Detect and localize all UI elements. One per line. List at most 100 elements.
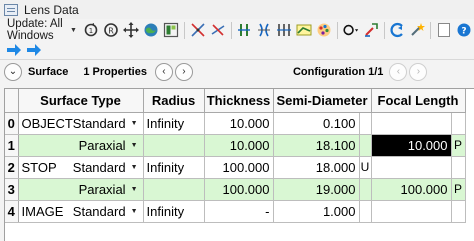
semi-diameter-cell[interactable]: 1.000 [273, 200, 360, 223]
focal-length-solve[interactable] [451, 112, 466, 135]
radius-cell[interactable]: Infinity [143, 156, 205, 179]
surface-type-header[interactable]: Surface Type [18, 89, 144, 113]
row-number[interactable]: 2 [5, 156, 19, 179]
table-row: 0 OBJECT Standard ▼ Infinity 10.000 0.10… [5, 112, 466, 135]
refresh-icon[interactable]: 1 [83, 22, 99, 38]
help-icon[interactable]: ? [456, 22, 472, 38]
solve-icon[interactable] [210, 22, 226, 38]
radius-cell[interactable] [143, 178, 205, 201]
semi-diameter-cell[interactable]: 0.100 [273, 112, 360, 135]
radius-cell[interactable] [143, 134, 205, 157]
focal-length-cell[interactable] [371, 112, 452, 135]
semi-diameter-cell[interactable]: 18.100 [273, 134, 360, 157]
surface-type-value: Standard [72, 115, 126, 131]
svg-text:1: 1 [89, 27, 93, 35]
chevron-down-icon[interactable]: ▼ [131, 208, 138, 215]
scatter-icon[interactable] [296, 22, 312, 38]
semi-diameter-solve[interactable] [359, 178, 372, 201]
semi-diameter-header[interactable]: Semi-Diameter [273, 89, 372, 113]
layers-icon[interactable] [236, 22, 252, 38]
thickness-cell[interactable]: 10.000 [204, 134, 274, 157]
focal-length-solve[interactable]: P [451, 178, 466, 201]
surface-type-cell[interactable]: STOP Standard ▼ [18, 156, 144, 179]
toolbar: Update: All Windows ▼ 1 R ? [0, 18, 474, 42]
focal-length-solve[interactable]: P [451, 134, 466, 157]
surface-type-cell[interactable]: IMAGE Standard ▼ [18, 200, 144, 223]
focal-length-cell-selected[interactable]: 10.000 [371, 134, 452, 157]
update-dropdown[interactable]: Update: All Windows ▼ [7, 18, 77, 42]
layout-icon[interactable] [163, 22, 179, 38]
blank-icon[interactable] [436, 22, 452, 38]
expand-properties-button[interactable]: ⌄ [4, 62, 22, 81]
radius-cell[interactable]: Infinity [143, 200, 205, 223]
table-row: 2 STOP Standard ▼ Infinity 100.000 18.00… [5, 156, 466, 179]
thickness-header[interactable]: Thickness [204, 89, 274, 113]
radius-header[interactable]: Radius [143, 89, 205, 113]
toolbar-separator [337, 21, 338, 39]
chevron-down-icon[interactable]: ▼ [131, 142, 138, 149]
shade-icon[interactable] [389, 22, 405, 38]
radius-icon[interactable]: R [103, 22, 119, 38]
previous-config-button[interactable]: ‹ [389, 62, 408, 81]
focal-length-header[interactable]: Focal Length [371, 89, 466, 113]
arrow-right-icon[interactable] [6, 42, 22, 58]
chevron-down-icon[interactable]: ▼ [131, 164, 138, 171]
focal-length-solve[interactable] [451, 200, 466, 223]
semi-diameter-solve[interactable] [359, 200, 372, 223]
properties-bar: ⌄ Surface 1 Properties ‹ › Configuration… [0, 59, 474, 83]
aperture-icon[interactable] [343, 22, 359, 38]
table-row: 3 Paraxial ▼ 100.000 19.000 100.000 P [5, 178, 466, 201]
move-icon[interactable] [122, 22, 139, 38]
semi-diameter-solve[interactable] [359, 112, 372, 135]
update-dropdown-label: Update: All Windows [7, 18, 63, 42]
row-number[interactable]: 0 [5, 112, 19, 135]
surface-label: Surface [28, 65, 69, 78]
svg-text:R: R [108, 27, 114, 36]
link-icon[interactable] [363, 22, 379, 38]
thickness-cell[interactable]: 100.000 [204, 156, 274, 179]
surface-type-cell[interactable]: OBJECT Standard ▼ [18, 112, 144, 135]
fold-icon[interactable] [256, 22, 272, 38]
toolbar-separator [430, 21, 432, 39]
surface-comment: STOP [21, 159, 57, 175]
semi-diameter-cell[interactable]: 19.000 [273, 178, 360, 201]
chevron-down-icon[interactable]: ▼ [131, 186, 138, 193]
focal-length-solve[interactable] [451, 156, 466, 179]
previous-surface-button[interactable]: ‹ [154, 62, 173, 81]
header-row: Surface Type Radius Thickness Semi-Diame… [5, 89, 466, 113]
row-number[interactable]: 1 [5, 134, 19, 157]
next-config-button[interactable]: › [409, 62, 428, 81]
thickness-cell[interactable]: 100.000 [204, 178, 274, 201]
toolbar-separator [183, 21, 185, 39]
radius-cell[interactable]: Infinity [143, 112, 205, 135]
lens-data-table: Surface Type Radius Thickness Semi-Diame… [5, 89, 466, 223]
semi-diameter-cell[interactable]: 18.000 [273, 156, 360, 179]
surface-type-cell[interactable]: Paraxial ▼ [18, 178, 144, 201]
semi-diameter-solve[interactable] [359, 134, 372, 157]
semi-diameter-solve[interactable]: U [359, 156, 372, 179]
focal-length-cell[interactable] [371, 156, 452, 179]
surface-comment: IMAGE [21, 203, 64, 219]
palette-icon[interactable] [316, 22, 332, 38]
row-number[interactable]: 4 [5, 200, 19, 223]
properties-count: 1 Properties [83, 65, 147, 78]
lens-data-window: Lens Data Update: All Windows ▼ 1 R ? ⌄ … [0, 0, 474, 241]
table-row: 1 Paraxial ▼ 10.000 18.100 10.000 P [5, 134, 466, 157]
next-surface-button[interactable]: › [174, 62, 193, 81]
thickness-cell[interactable]: - [204, 200, 274, 223]
thickness-cell[interactable]: 10.000 [204, 112, 274, 135]
row-number[interactable]: 3 [5, 178, 19, 201]
surface-type-cell[interactable]: Paraxial ▼ [18, 134, 144, 157]
arrow-right-icon[interactable] [26, 42, 42, 58]
chevron-down-icon[interactable]: ▼ [131, 120, 138, 127]
focal-length-cell[interactable] [371, 200, 452, 223]
table-row: 4 IMAGE Standard ▼ Infinity - 1.000 [5, 200, 466, 223]
svg-text:?: ? [461, 27, 466, 37]
wand-icon[interactable] [409, 22, 426, 38]
row-number-header [5, 89, 19, 113]
toolbar-separator [383, 21, 385, 39]
globe-icon[interactable] [143, 22, 159, 38]
pickup-icon[interactable] [190, 22, 206, 38]
split-icon[interactable] [276, 22, 292, 38]
focal-length-cell[interactable]: 100.000 [371, 178, 452, 201]
